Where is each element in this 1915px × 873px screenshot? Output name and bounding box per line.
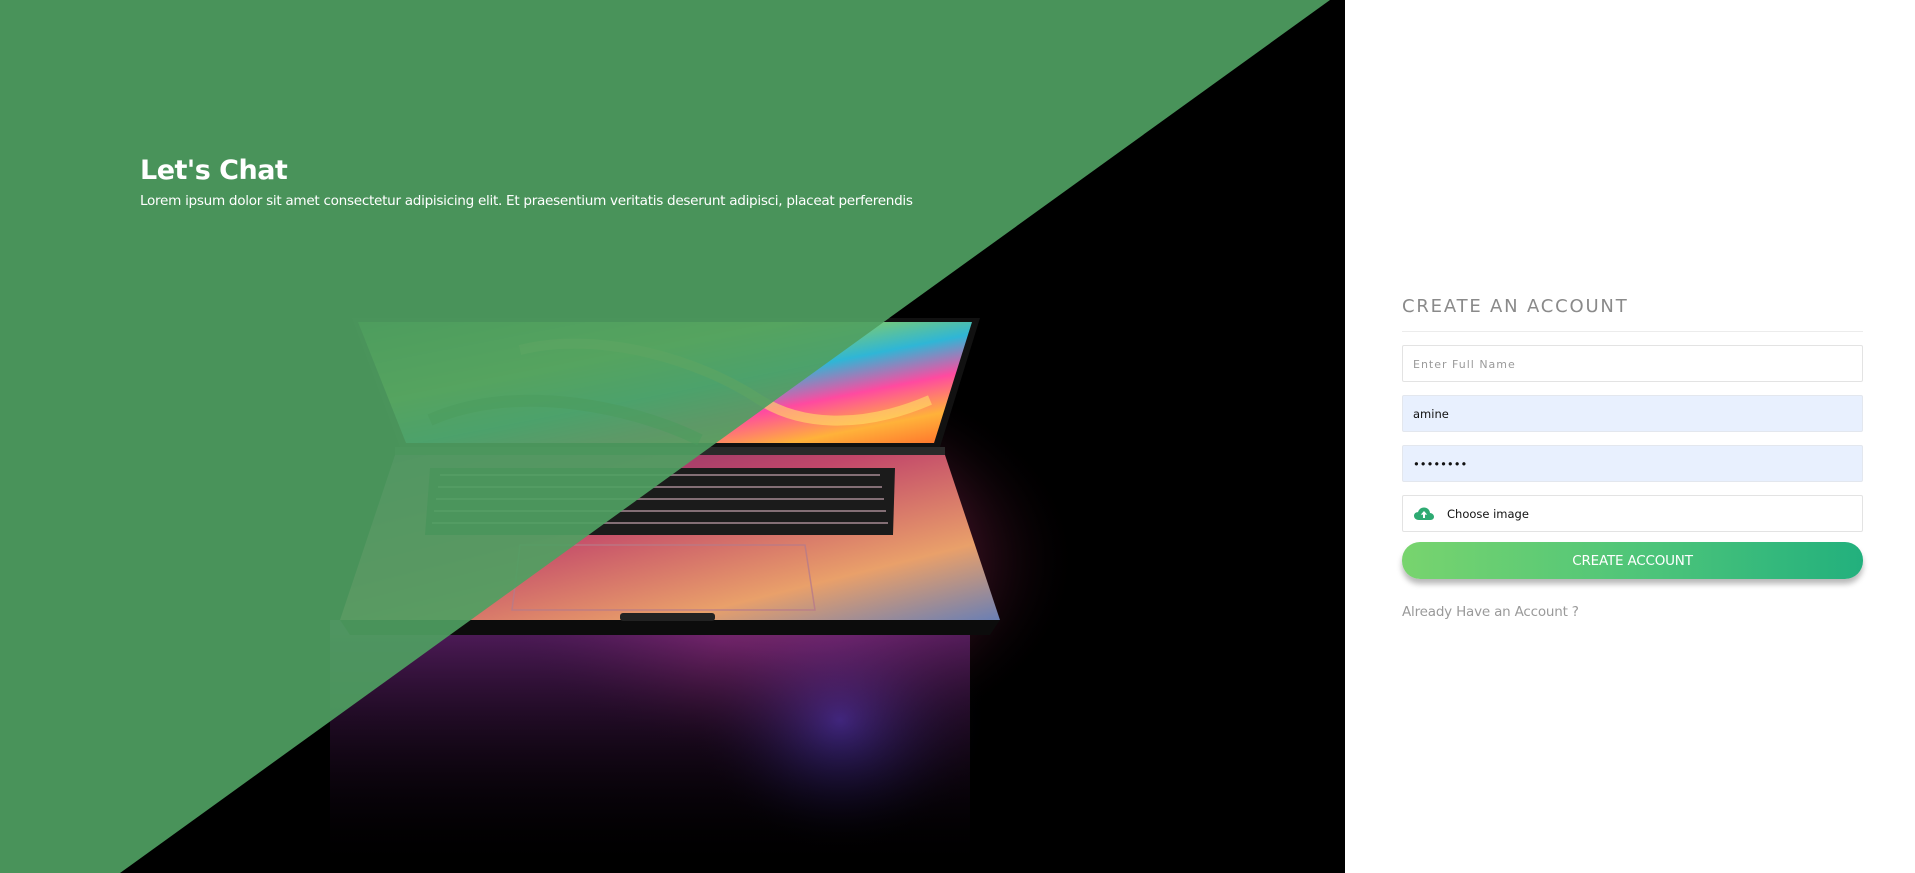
password-input[interactable] [1413, 456, 1852, 471]
login-link[interactable]: Already Have an Account ? [1402, 604, 1863, 620]
hero-title: Let's Chat [140, 155, 288, 186]
fullname-field [1402, 345, 1863, 382]
form-title: CREATE AN ACCOUNT [1402, 296, 1863, 332]
create-account-button[interactable]: CREATE ACCOUNT [1402, 542, 1863, 579]
username-field [1402, 395, 1863, 432]
hero-subtitle: Lorem ipsum dolor sit amet consectetur a… [140, 193, 913, 209]
username-input[interactable] [1413, 406, 1852, 421]
signup-form: CREATE AN ACCOUNT Choose image CREATE AC… [1402, 296, 1863, 620]
cloud-upload-icon [1414, 507, 1434, 520]
laptop-photo [0, 0, 1345, 873]
choose-image-label: Choose image [1447, 506, 1529, 521]
hero-text: Let's Chat Lorem ipsum dolor sit amet co… [140, 155, 913, 209]
hero-panel: Let's Chat Lorem ipsum dolor sit amet co… [0, 0, 1345, 873]
choose-image-button[interactable]: Choose image [1402, 495, 1863, 532]
fullname-input[interactable] [1413, 356, 1852, 371]
signup-panel: CREATE AN ACCOUNT Choose image CREATE AC… [1345, 0, 1915, 873]
password-field [1402, 445, 1863, 482]
